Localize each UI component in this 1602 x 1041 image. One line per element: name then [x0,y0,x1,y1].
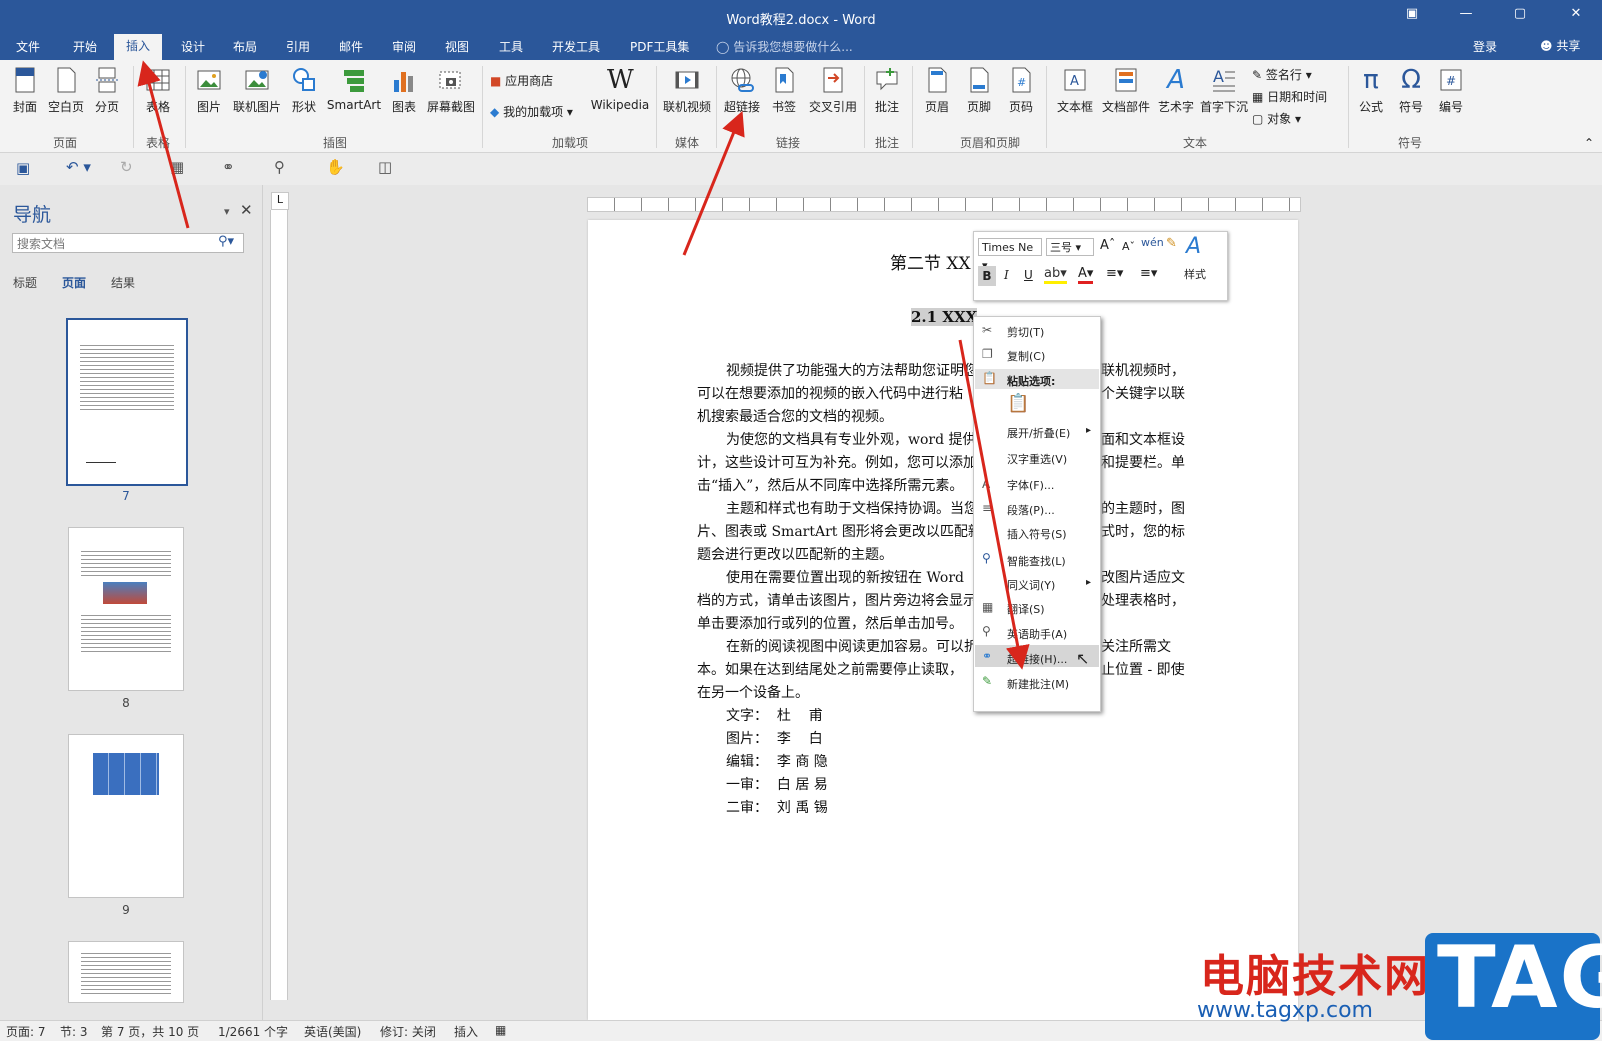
watermark-url: www.tagxp.com [1197,998,1373,1023]
status-language[interactable]: 英语(美国) [304,1023,361,1040]
watermark-cn: 电脑技术网 [1200,951,1430,1002]
watermark-tag: TAG [1437,928,1602,1028]
annotation-arrows [137,60,1030,670]
macro-icon[interactable]: ▦ [495,1023,506,1037]
status-section[interactable]: 节: 3 [60,1023,88,1040]
status-page[interactable]: 页面: 7 [6,1023,46,1040]
status-word-count[interactable]: 1/2661 个字 [218,1023,288,1040]
arrow-to-hyperlink-menu [958,339,1030,670]
arrow-to-insert-tab [137,60,190,229]
status-track-changes[interactable]: 修订: 关闭 [380,1023,436,1040]
status-page-count[interactable]: 第 7 页，共 10 页 [101,1023,199,1040]
status-bar: 页面: 7 节: 3 第 7 页，共 10 页 1/2661 个字 英语(美国)… [0,1020,1602,1041]
status-insert-mode[interactable]: 插入 [454,1023,478,1040]
arrow-to-hyperlink [682,110,745,256]
